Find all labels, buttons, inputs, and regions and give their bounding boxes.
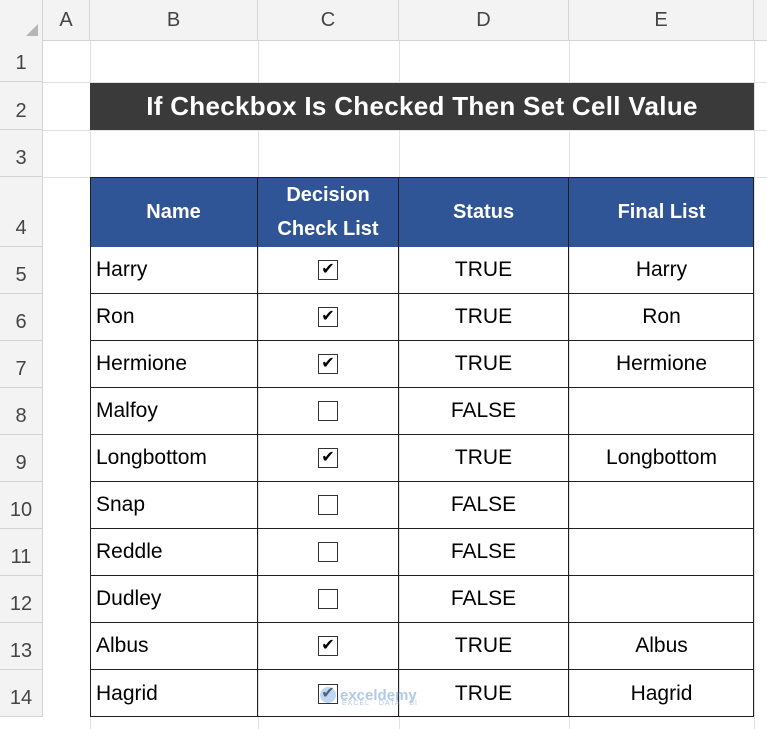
final-list-cell[interactable]: Longbottom [569,435,754,482]
final-list-cell[interactable]: Harry [569,247,754,294]
spreadsheet: A B C D E 1 2 3 4 5 6 7 8 9 10 11 12 13 … [0,0,767,729]
checkmark-icon: ✔ [321,355,335,372]
status-cell[interactable]: FALSE [399,576,569,623]
select-all-button[interactable] [0,0,43,40]
table-row: Malfoy ✔ FALSE [90,388,754,435]
row-header-1[interactable]: 1 [0,40,43,82]
row-header-4[interactable]: 4 [0,177,43,247]
name-cell[interactable]: Hagrid [90,670,258,717]
checkbox-cell: ✔ [258,435,399,482]
row-header-11[interactable]: 11 [0,529,43,576]
row-header-7[interactable]: 7 [0,341,43,388]
checkbox-cell: ✔ [258,482,399,529]
status-cell[interactable]: TRUE [399,435,569,482]
name-cell[interactable]: Harry [90,247,258,294]
name-cell[interactable]: Reddle [90,529,258,576]
row-header-6[interactable]: 6 [0,294,43,341]
column-header-b[interactable]: B [90,0,258,40]
final-list-cell[interactable] [569,388,754,435]
status-cell[interactable]: FALSE [399,529,569,576]
header-final-list-cell[interactable]: Final List [569,177,754,247]
checkmark-icon: ✔ [321,637,335,654]
row-header-8[interactable]: 8 [0,388,43,435]
gridline [754,40,755,729]
column-header-d[interactable]: D [399,0,569,40]
select-all-icon [26,24,38,36]
row-header-3[interactable]: 3 [0,130,43,177]
header-decision-cell[interactable]: Decision Check List [258,177,399,247]
decision-checkbox[interactable]: ✔ [318,495,338,515]
row-header-5[interactable]: 5 [0,247,43,294]
final-list-cell[interactable]: Ron [569,294,754,341]
checkbox-cell: ✔ [258,388,399,435]
status-cell[interactable]: FALSE [399,388,569,435]
header-decision-line2: Check List [277,218,379,240]
table-header-row: Name Decision Check List Status Final Li… [90,177,754,247]
final-list-cell[interactable] [569,576,754,623]
row-header-10[interactable]: 10 [0,482,43,529]
final-list-cell[interactable] [569,482,754,529]
decision-checkbox[interactable]: ✔ [318,542,338,562]
column-header-a[interactable]: A [43,0,90,40]
decision-checkbox[interactable]: ✔ [318,683,338,704]
table-row: Snap ✔ FALSE [90,482,754,529]
status-cell[interactable]: TRUE [399,670,569,717]
row-header-9[interactable]: 9 [0,435,43,482]
row-header-2[interactable]: 2 [0,82,43,130]
checkmark-icon: ✔ [321,449,335,466]
header-status-cell[interactable]: Status [399,177,569,247]
column-header-e[interactable]: E [569,0,754,40]
table-row: Harry ✔ TRUE Harry [90,247,754,294]
decision-checkbox[interactable]: ✔ [318,589,338,609]
decision-checkbox[interactable]: ✔ [318,448,338,468]
checkbox-cell: ✔ [258,623,399,670]
checkbox-cell: ✔ [258,670,399,717]
name-cell[interactable]: Dudley [90,576,258,623]
table-row: Hermione ✔ TRUE Hermione [90,341,754,388]
checkmark-icon: ✔ [321,684,335,702]
decision-checkbox[interactable]: ✔ [318,636,338,656]
final-list-cell[interactable]: Hermione [569,341,754,388]
status-cell[interactable]: TRUE [399,341,569,388]
name-cell[interactable]: Snap [90,482,258,529]
decision-checkbox[interactable]: ✔ [318,401,338,421]
decision-checkbox[interactable]: ✔ [318,307,338,327]
checkbox-cell: ✔ [258,576,399,623]
table-row: Albus ✔ TRUE Albus [90,623,754,670]
header-decision-line1: Decision [286,184,370,206]
status-cell[interactable]: TRUE [399,247,569,294]
row-header-13[interactable]: 13 [0,623,43,670]
final-list-cell[interactable]: Albus [569,623,754,670]
decision-checkbox[interactable]: ✔ [318,260,338,280]
name-cell[interactable]: Hermione [90,341,258,388]
sheet-title-cell[interactable]: If Checkbox Is Checked Then Set Cell Val… [90,83,754,130]
checkbox-cell: ✔ [258,529,399,576]
checkbox-cell: ✔ [258,294,399,341]
name-cell[interactable]: Albus [90,623,258,670]
checkmark-icon: ✔ [321,261,335,278]
checkmark-icon: ✔ [321,308,335,325]
row-header-12[interactable]: 12 [0,576,43,623]
gridline [43,130,767,131]
status-cell[interactable]: FALSE [399,482,569,529]
checkbox-cell: ✔ [258,247,399,294]
header-name-cell[interactable]: Name [90,177,258,247]
status-cell[interactable]: TRUE [399,294,569,341]
table-row: Longbottom ✔ TRUE Longbottom [90,435,754,482]
table-row: Dudley ✔ FALSE [90,576,754,623]
name-cell[interactable]: Ron [90,294,258,341]
final-list-cell[interactable] [569,529,754,576]
table-row: Reddle ✔ FALSE [90,529,754,576]
name-cell[interactable]: Malfoy [90,388,258,435]
final-list-cell[interactable]: Hagrid [569,670,754,717]
table-row: Hagrid ✔ TRUE Hagrid [90,670,754,717]
name-cell[interactable]: Longbottom [90,435,258,482]
table-row: Ron ✔ TRUE Ron [90,294,754,341]
status-cell[interactable]: TRUE [399,623,569,670]
checkbox-cell: ✔ [258,341,399,388]
row-header-14[interactable]: 14 [0,670,43,717]
decision-checkbox[interactable]: ✔ [318,354,338,374]
column-header-c[interactable]: C [258,0,399,40]
